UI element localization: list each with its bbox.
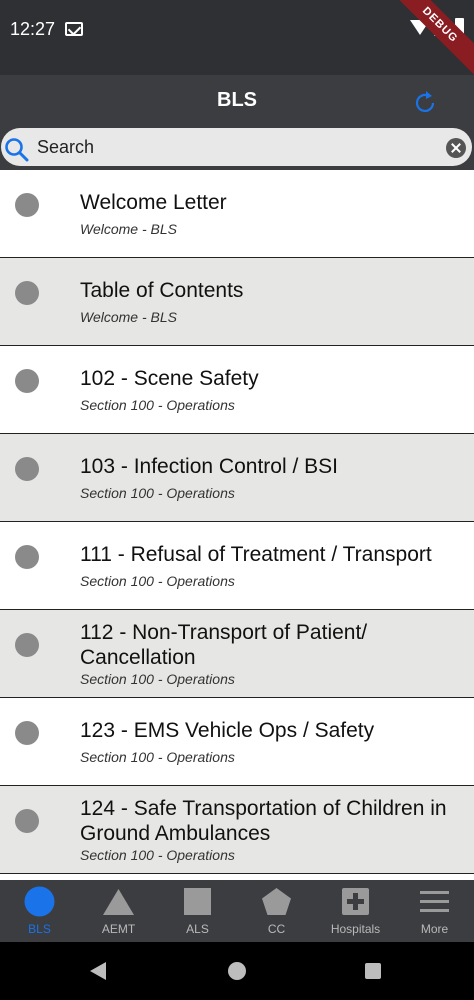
- search-box: [1, 128, 472, 166]
- home-icon[interactable]: [228, 962, 246, 980]
- clear-search-icon[interactable]: [446, 138, 466, 158]
- bottom-nav: BLS AEMT ALS CC Hospitals More: [0, 880, 474, 942]
- status-time: 12:27: [10, 19, 56, 39]
- page-title: BLS: [217, 89, 257, 111]
- protocol-list: Welcome Letter Welcome - BLS Table of Co…: [0, 170, 474, 880]
- hospital-cross-icon: [342, 888, 369, 915]
- list-item-subtitle: Welcome - BLS: [80, 309, 177, 325]
- nav-label-more: More: [420, 922, 449, 936]
- nav-label-aemt: AEMT: [101, 922, 136, 936]
- list-item-subtitle: Section 100 - Operations: [80, 671, 235, 687]
- status-dot-icon: [15, 281, 39, 305]
- pentagon-icon: [262, 888, 291, 915]
- nav-item-cc[interactable]: CC: [237, 880, 316, 942]
- nav-label-als: ALS: [186, 922, 209, 936]
- list-item-subtitle: Section 100 - Operations: [80, 397, 235, 413]
- nav-label-hospitals: Hospitals: [330, 922, 381, 936]
- list-item-subtitle: Section 100 - Operations: [80, 749, 235, 765]
- list-item[interactable]: 124 - Safe Transportation of Children in…: [0, 786, 474, 874]
- list-item[interactable]: 111 - Refusal of Treatment / Transport S…: [0, 522, 474, 610]
- status-dot-icon: [15, 633, 39, 657]
- list-item-title: 111 - Refusal of Treatment / Transport: [80, 543, 432, 566]
- search-bar: [0, 125, 474, 170]
- list-item-title: 124 - Safe Transportation of Children in…: [80, 797, 447, 845]
- list-item-subtitle: Welcome - BLS: [80, 221, 177, 237]
- list-item[interactable]: 112 - Non-Transport of Patient/ Cancella…: [0, 610, 474, 698]
- back-icon[interactable]: [90, 962, 106, 980]
- status-dot-icon: [15, 457, 39, 481]
- list-item-title: 112 - Non-Transport of Patient/ Cancella…: [80, 621, 368, 669]
- nav-item-hospitals[interactable]: Hospitals: [316, 880, 395, 942]
- list-item[interactable]: 123 - EMS Vehicle Ops / Safety Section 1…: [0, 698, 474, 786]
- nav-item-more[interactable]: More: [395, 880, 474, 942]
- search-input[interactable]: [37, 134, 437, 160]
- gmail-notification-icon: [65, 22, 83, 36]
- nav-item-als[interactable]: ALS: [158, 880, 237, 942]
- list-item-title: Table of Contents: [80, 279, 244, 302]
- recent-apps-icon[interactable]: [365, 963, 381, 979]
- triangle-icon: [103, 889, 134, 915]
- app-bar: BLS: [0, 75, 474, 130]
- status-dot-icon: [15, 809, 39, 833]
- list-item-title: Welcome Letter: [80, 191, 227, 214]
- list-item-subtitle: Section 100 - Operations: [80, 847, 235, 863]
- search-icon: [5, 138, 29, 162]
- list-item[interactable]: 102 - Scene Safety Section 100 - Operati…: [0, 346, 474, 434]
- list-item-subtitle: Section 100 - Operations: [80, 573, 235, 589]
- status-dot-icon: [15, 545, 39, 569]
- status-dot-icon: [15, 721, 39, 745]
- nav-label-bls: BLS: [28, 922, 51, 936]
- list-item[interactable]: Table of Contents Welcome - BLS: [0, 258, 474, 346]
- list-item-title: 123 - EMS Vehicle Ops / Safety: [80, 719, 375, 742]
- debug-banner: DEBUG: [389, 0, 474, 76]
- circle-icon: [24, 886, 55, 917]
- nav-item-bls[interactable]: BLS: [0, 880, 79, 942]
- nav-item-aemt[interactable]: AEMT: [79, 880, 158, 942]
- status-dot-icon: [15, 193, 39, 217]
- square-icon: [184, 888, 211, 915]
- status-bar: 12:27 DEBUG: [0, 0, 474, 76]
- list-item[interactable]: 103 - Infection Control / BSI Section 10…: [0, 434, 474, 522]
- system-nav-bar: [0, 942, 474, 1000]
- list-item-title: 102 - Scene Safety: [80, 367, 259, 390]
- list-item-title: 103 - Infection Control / BSI: [80, 455, 338, 478]
- menu-icon: [420, 891, 449, 912]
- refresh-icon[interactable]: [411, 89, 439, 117]
- list-item[interactable]: Welcome Letter Welcome - BLS: [0, 170, 474, 258]
- status-dot-icon: [15, 369, 39, 393]
- nav-label-cc: CC: [267, 922, 286, 936]
- list-item-subtitle: Section 100 - Operations: [80, 485, 235, 501]
